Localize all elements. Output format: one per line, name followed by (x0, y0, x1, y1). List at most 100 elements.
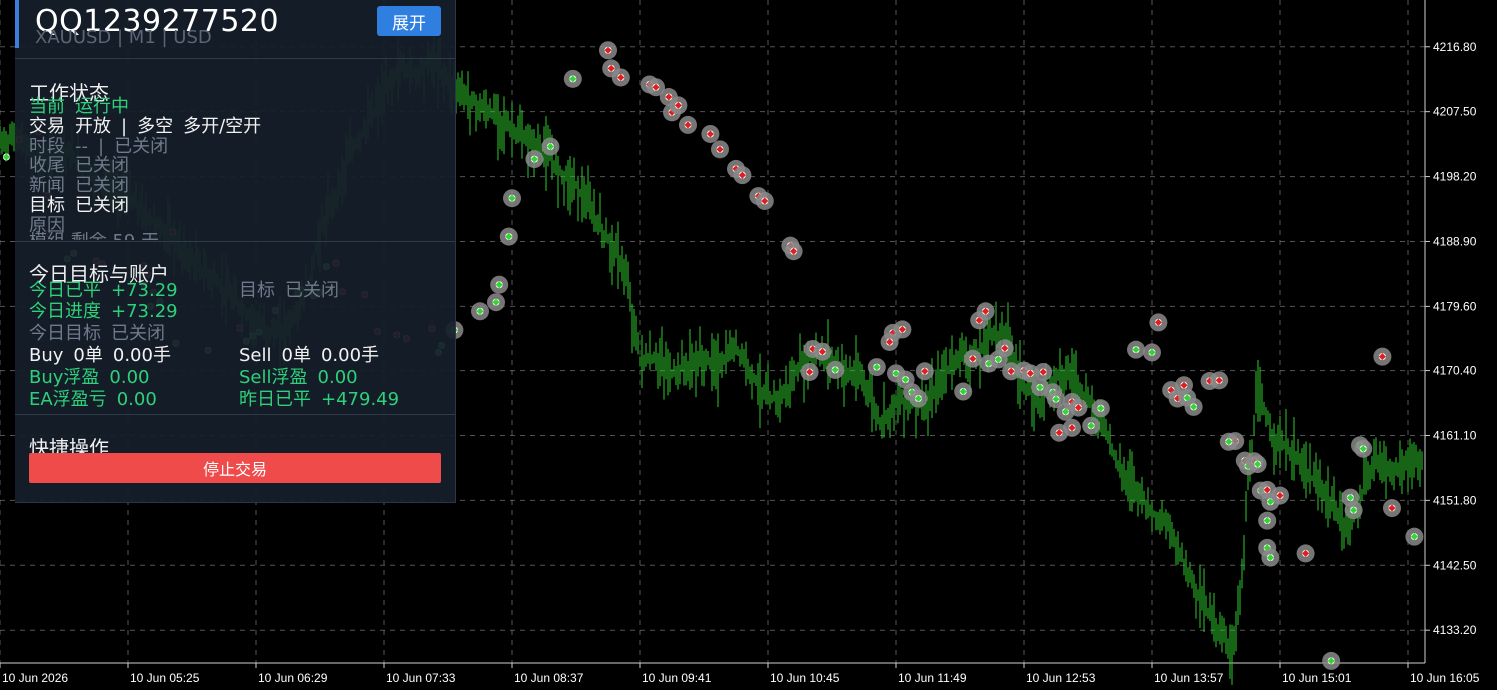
buy-orders: 0单 (73, 345, 103, 366)
buy-marker (909, 389, 928, 408)
buy-marker (563, 69, 582, 88)
status-news-row: 新闻 已关闭 (29, 176, 139, 196)
status-current-value: 运行中 (75, 96, 129, 117)
buy-float-row: Buy浮盈 0.00 (29, 368, 160, 388)
buy-marker (487, 293, 505, 312)
sell-float-row: Sell浮盈 0.00 (239, 368, 368, 388)
status-target-row: 目标 已关闭 (29, 196, 139, 216)
buy-lots: 0.00手 (112, 345, 171, 366)
sell-marker (1149, 313, 1168, 332)
sell-marker (995, 339, 1014, 358)
status-close-row: 收尾 已关闭 (29, 156, 139, 176)
buy-marker (499, 227, 518, 246)
buy-marker (1082, 416, 1101, 435)
ea-float-value: 0.00 (116, 389, 157, 410)
price-tick-label: 4207.50 (1433, 105, 1477, 119)
sell-marker (701, 124, 720, 143)
sell-lots: 0.00手 (320, 345, 380, 366)
sell-marker (679, 115, 697, 134)
price-tick-label: 4198.20 (1433, 170, 1477, 184)
status-current-row: 当前 运行中 (29, 97, 139, 117)
time-tick-label: 10 Jun 05:25 (130, 671, 200, 685)
buy-marker (541, 137, 560, 156)
time-tick-label: 10 Jun 08:37 (514, 671, 584, 685)
sell-marker (1034, 362, 1053, 381)
buy-marker (1143, 343, 1161, 362)
time-axis: 10 Jun 2026 10 Jun 05:25 10 Jun 06:29 10 Ju… (0, 663, 1480, 685)
stop-trading-button[interactable]: 停止交易 (29, 453, 441, 483)
sell-marker (1373, 347, 1392, 366)
time-tick-label: 10 Jun 06:29 (258, 671, 328, 685)
price-tick-label: 4179.60 (1433, 299, 1477, 313)
buy-float-key: Buy浮盈 (29, 367, 100, 388)
sell-marker (976, 302, 995, 321)
sell-marker (1063, 418, 1081, 437)
price-tick-label: 4142.50 (1433, 558, 1477, 572)
sell-marker (893, 320, 912, 339)
expand-button[interactable]: 展开 (377, 6, 441, 36)
today-target-value: 已关闭 (111, 323, 165, 344)
time-tick-label: 10 Jun 2026 (2, 671, 68, 685)
sell-marker (880, 332, 899, 351)
sell-marker (1271, 486, 1289, 505)
symbol-subtitle: XAUUSD | M1 | USD (35, 27, 212, 48)
session-value: -- (75, 136, 88, 157)
goal-row: 目标 已关闭 (239, 281, 349, 301)
buy-marker (2, 153, 10, 161)
today-progress-key: 今日进度 (29, 301, 101, 322)
sell-key: Sell (239, 345, 272, 366)
close-value: 已关闭 (75, 155, 129, 176)
sell-marker (711, 140, 729, 159)
buy-marker (826, 360, 845, 379)
ea-float-row: EA浮盈亏 0.00 (29, 390, 167, 410)
buy-marker (1354, 439, 1373, 458)
buy-float-value: 0.00 (109, 367, 150, 388)
time-tick-label: 10 Jun 16:05 (1410, 671, 1480, 685)
buy-marker (1344, 501, 1363, 520)
price-tick-label: 4151.80 (1433, 493, 1477, 507)
cut-text: 模组 剩余 59 天 (29, 232, 159, 240)
status-current-key: 当前 (29, 96, 65, 117)
sell-marker (669, 96, 688, 115)
today-target-row: 今日目标 已关闭 (29, 324, 175, 344)
price-tick-label: 4133.20 (1433, 623, 1477, 637)
divider (15, 58, 455, 59)
sell-orders: 0单 (281, 345, 311, 366)
trade-direction: 多空 (137, 116, 174, 137)
sell-marker (813, 342, 832, 361)
today-closed-row: 今日已平 +73.29 (29, 281, 188, 301)
today-progress-row: 今日进度 +73.29 (29, 302, 188, 322)
news-value: 已关闭 (75, 175, 129, 196)
buy-marker (1091, 399, 1110, 418)
sell-marker (733, 166, 752, 185)
sell-marker (963, 349, 982, 368)
time-tick-label: 10 Jun 12:53 (1026, 671, 1096, 685)
sell-marker (800, 362, 819, 381)
panel-accent-bar (15, 0, 19, 48)
trade-key: 交易 (29, 116, 65, 137)
buy-marker (867, 358, 886, 377)
target-key: 目标 (29, 195, 65, 216)
goal-value: 已关闭 (285, 280, 339, 301)
time-tick-label: 10 Jun 15:01 (1282, 671, 1352, 685)
buy-marker (1248, 455, 1267, 474)
time-tick-label: 10 Jun 11:49 (898, 671, 967, 685)
price-tick-label: 4161.10 (1433, 428, 1477, 442)
yesterday-value: +479.49 (321, 389, 400, 410)
buy-marker (503, 189, 521, 208)
ea-float-key: EA浮盈亏 (29, 389, 107, 410)
sell-marker (611, 68, 630, 87)
sell-marker (599, 41, 617, 60)
time-tick-label: 10 Jun 09:41 (642, 671, 712, 685)
status-cut-row: 模组 剩余 59 天 (29, 232, 169, 240)
ea-control-panel: QQ1239277520 XAUUSD | M1 | USD 展开 工作状态 当… (15, 0, 456, 503)
buy-marker (1261, 548, 1280, 567)
sell-marker (1296, 544, 1315, 563)
sell-marker (1069, 398, 1088, 417)
buy-marker (1405, 527, 1424, 546)
goal-key: 目标 (239, 280, 275, 301)
buy-marker (954, 382, 973, 401)
time-tick-label: 10 Jun 07:33 (386, 671, 456, 685)
price-tick-label: 4170.40 (1433, 364, 1477, 378)
sell-marker (915, 362, 934, 381)
